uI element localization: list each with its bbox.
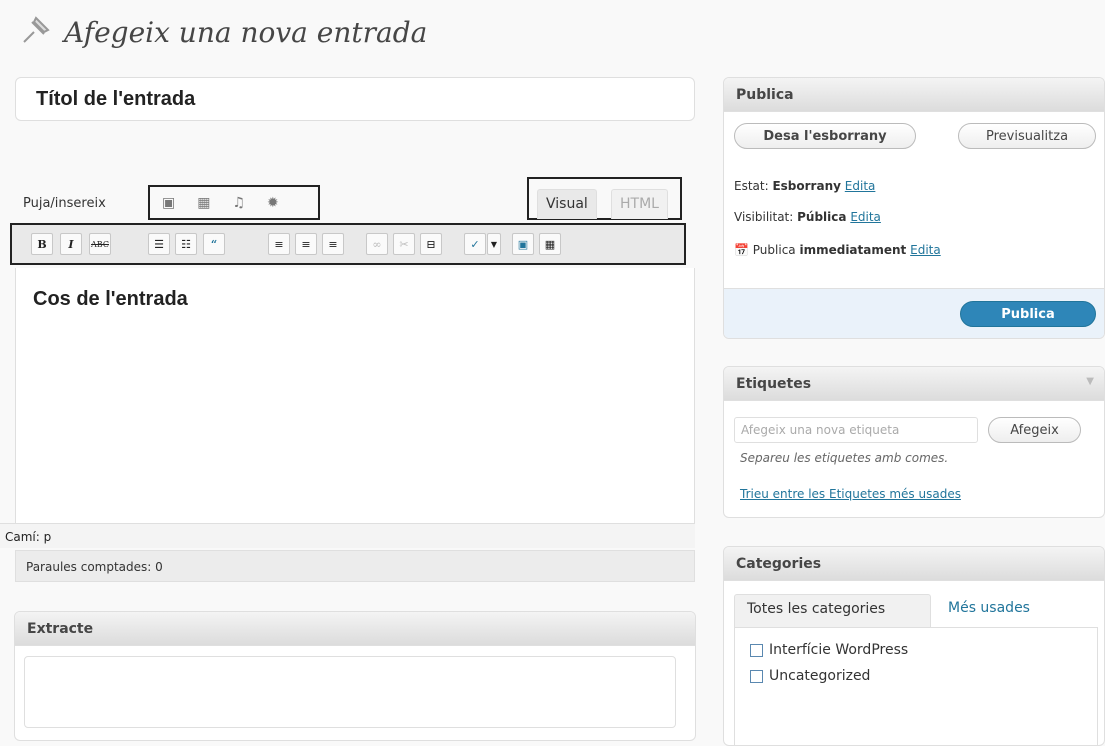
media-buttons: ▣ ▦ ♫ ✹ [148, 185, 320, 220]
unlink-icon[interactable]: ✂ [393, 233, 415, 255]
add-audio-icon[interactable]: ♫ [232, 195, 245, 211]
add-tag-button[interactable]: Afegeix [988, 417, 1081, 443]
link-icon[interactable]: ∞ [366, 233, 388, 255]
visibility-value: Pública [797, 210, 847, 224]
status-row: Estat: Esborrany Edita [734, 179, 876, 193]
tab-all-categories[interactable]: Totes les categories [734, 594, 931, 628]
popular-tags-link[interactable]: Trieu entre les Etiquetes més usades [740, 487, 961, 501]
publish-title[interactable]: Publica [724, 78, 1104, 112]
align-left-button[interactable]: ≡ [268, 233, 290, 255]
italic-button[interactable]: I [60, 233, 82, 255]
spellcheck-dropdown-icon[interactable]: ▼ [487, 233, 501, 255]
excerpt-box: Extracte [14, 611, 696, 741]
bold-button[interactable]: B [31, 233, 53, 255]
preview-button[interactable]: Previsualitza [958, 123, 1096, 149]
editor-path: Camí: p [0, 523, 695, 548]
collapse-arrow-icon[interactable]: ▼ [1086, 376, 1094, 387]
strikethrough-button[interactable]: ABC [89, 233, 111, 255]
publish-actions: Publica [724, 288, 1104, 338]
add-video-icon[interactable]: ▦ [197, 195, 210, 211]
post-title-input[interactable]: Títol de l'entrada [15, 77, 695, 121]
categories-box: Categories Totes les categories Més usad… [723, 546, 1105, 746]
numbered-list-button[interactable]: ☷ [175, 233, 197, 255]
category-item[interactable]: Interfície WordPress [750, 642, 908, 658]
kitchen-sink-button[interactable]: ▦ [539, 233, 561, 255]
category-checkbox[interactable] [750, 643, 763, 657]
tags-box: Etiquetes ▼ Afegeix una nova etiqueta Af… [723, 366, 1105, 518]
tab-popular-categories[interactable]: Més usades [948, 600, 1030, 616]
tab-visual[interactable]: Visual [537, 189, 597, 219]
spellcheck-icon[interactable]: ✓ [464, 233, 486, 255]
categories-title[interactable]: Categories [724, 547, 1104, 581]
align-right-button[interactable]: ≡ [322, 233, 344, 255]
more-tag-button[interactable]: ⊟ [420, 233, 442, 255]
excerpt-textarea[interactable] [24, 656, 676, 728]
editor-content[interactable]: Cos de l'entrada [33, 288, 188, 311]
excerpt-title[interactable]: Extracte [15, 612, 695, 646]
calendar-icon: 📅 [734, 243, 749, 257]
category-checkbox[interactable] [750, 669, 763, 683]
tags-hint: Separeu les etiquetes amb comes. [740, 451, 949, 465]
page-title: Afegeix una nova entrada [20, 12, 427, 53]
edit-schedule-link[interactable]: Edita [910, 243, 941, 257]
edit-status-link[interactable]: Edita [845, 179, 876, 193]
bullet-list-button[interactable]: ☰ [148, 233, 170, 255]
category-list: Interfície WordPress Uncategorized [734, 627, 1098, 745]
word-count: Paraules comptades: 0 [15, 550, 695, 582]
tag-input[interactable]: Afegeix una nova etiqueta [734, 417, 978, 443]
editor-toolbar: B I ABC ☰ ☷ “ ≡ ≡ ≡ ∞ ✂ ⊟ ✓ ▼ ▣ ▦ [10, 223, 686, 265]
publish-box: Publica Desa l'esborrany Previsualitza E… [723, 77, 1105, 339]
align-center-button[interactable]: ≡ [295, 233, 317, 255]
save-draft-button[interactable]: Desa l'esborrany [734, 123, 916, 149]
editor-tabs: Visual HTML [527, 177, 682, 220]
category-item[interactable]: Uncategorized [750, 668, 870, 684]
schedule-value: immediatament [799, 243, 907, 257]
visibility-row: Visibilitat: Pública Edita [734, 210, 881, 224]
tags-title[interactable]: Etiquetes ▼ [724, 367, 1104, 401]
blockquote-button[interactable]: “ [203, 233, 225, 255]
status-value: Esborrany [772, 179, 841, 193]
fullscreen-button[interactable]: ▣ [512, 233, 534, 255]
schedule-row: 📅 Publica immediatament Edita [734, 243, 941, 257]
add-media-icon[interactable]: ✹ [267, 195, 279, 211]
pushpin-icon [20, 12, 54, 53]
add-image-icon[interactable]: ▣ [162, 195, 175, 211]
page-title-text: Afegeix una nova entrada [64, 16, 428, 49]
edit-visibility-link[interactable]: Edita [850, 210, 881, 224]
upload-insert-label: Puja/insereix [23, 196, 106, 211]
tab-html[interactable]: HTML [611, 189, 668, 219]
editor-area[interactable]: Cos de l'entrada [15, 268, 695, 523]
publish-button[interactable]: Publica [960, 301, 1096, 327]
